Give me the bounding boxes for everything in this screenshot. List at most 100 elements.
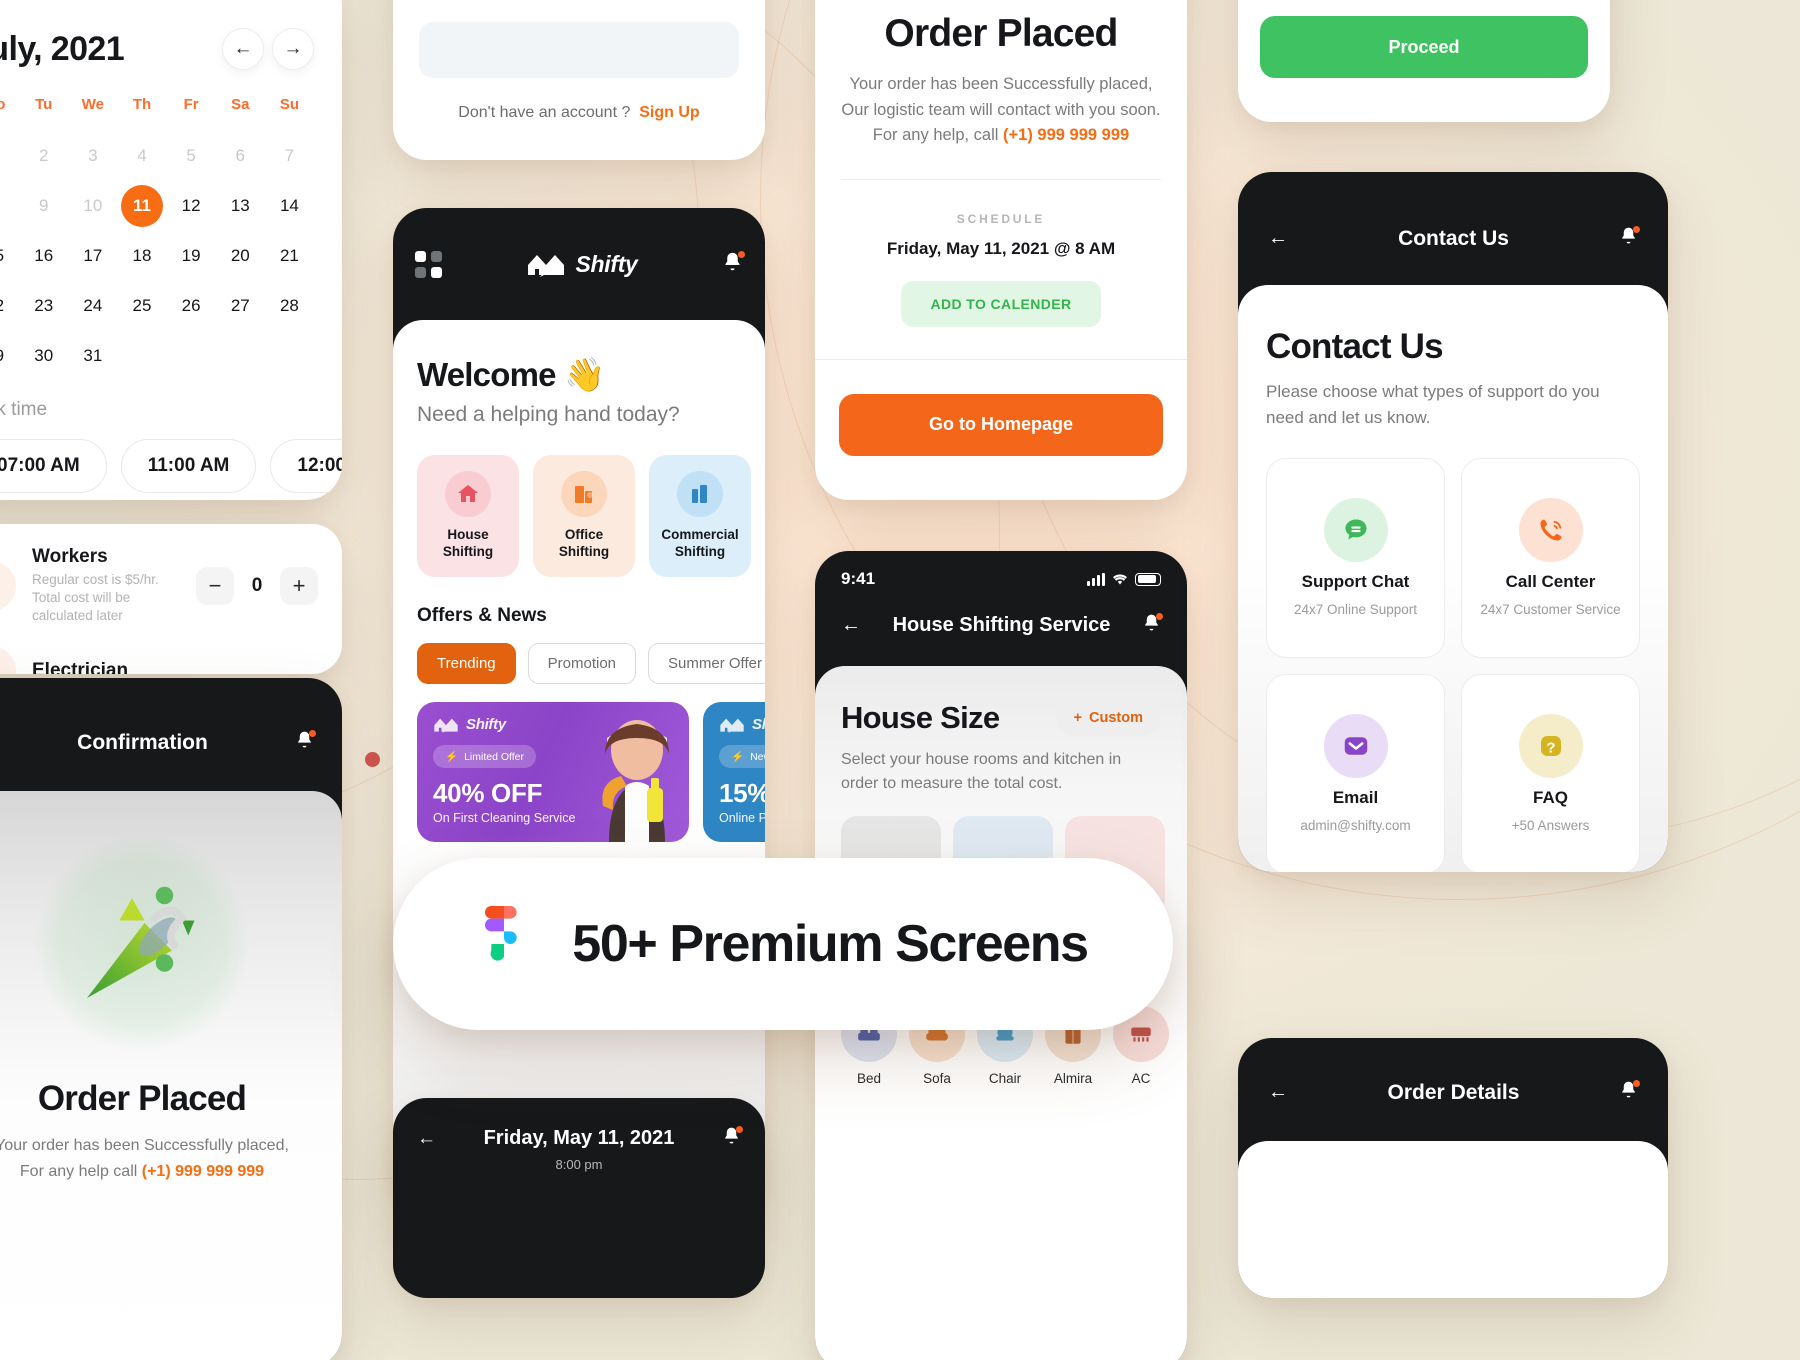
status-time: 9:41 (841, 569, 876, 588)
calendar-nav: ← → (222, 28, 314, 70)
calendar-day[interactable]: 26 (167, 285, 216, 327)
contact-back-icon[interactable]: ← (1268, 227, 1288, 250)
calendar-day[interactable]: 4 (117, 135, 166, 177)
add-to-calendar-button[interactable]: ADD TO CALENDER (901, 280, 1101, 327)
time-slot-chip[interactable]: 11:00 AM (120, 439, 257, 493)
calendar-day[interactable]: 1 (0, 135, 19, 177)
calendar-day[interactable]: 15 (0, 235, 19, 277)
calendar-day[interactable]: 27 (216, 285, 265, 327)
schedule-value: Friday, May 11, 2021 @ 8 AM (886, 238, 1116, 258)
confirmation-phone[interactable]: (+1) 999 999 999 (142, 1163, 264, 1180)
furniture-label: AC (1131, 1071, 1151, 1086)
contact-option-label: Call Center (1505, 572, 1596, 592)
sign-up-link[interactable]: Sign Up (639, 104, 699, 121)
go-to-homepage-button[interactable]: Go to Homepage (839, 393, 1163, 456)
calendar-day[interactable]: 30 (19, 335, 68, 377)
offer-chip[interactable]: Summer Offer (648, 643, 765, 684)
calendar-day[interactable]: 16 (19, 235, 68, 277)
calendar-day[interactable]: 29 (0, 335, 19, 377)
calendar-day[interactable]: 9 (19, 185, 68, 227)
contact-option-card[interactable]: Email admin@shifty.com (1266, 673, 1445, 872)
calendar-day[interactable]: 25 (117, 285, 166, 327)
order-placed-phone[interactable]: (+1) 999 999 999 (1003, 126, 1129, 144)
calendar-day[interactable]: 6 (216, 135, 265, 177)
custom-size-button[interactable]: + Custom (1055, 700, 1161, 736)
workers-stepper[interactable]: − 0 + (196, 566, 318, 605)
calendar-day[interactable]: 3 (68, 135, 117, 177)
signal-icon (1087, 572, 1105, 586)
calendar-day[interactable]: 20 (216, 235, 265, 277)
order-details-back-icon[interactable]: ← (1268, 1081, 1288, 1104)
calendar-day[interactable]: 21 (265, 235, 314, 277)
calendar-day[interactable]: 17 (68, 235, 117, 277)
notification-bell-icon[interactable] (722, 250, 745, 278)
date-sheet-back-icon[interactable]: ← (417, 1128, 436, 1150)
contact-header: ← Contact Us (1238, 172, 1668, 251)
calendar-day[interactable]: 24 (68, 285, 117, 327)
service-card[interactable]: Office Shifting (533, 455, 635, 577)
offer-chip[interactable]: Trending (417, 643, 516, 684)
calendar-day[interactable]: 2 (19, 135, 68, 177)
contact-option-card[interactable]: ? FAQ +50 Answers (1461, 673, 1640, 872)
time-slot-row[interactable]: 07:00 AM11:00 AM12:00 PM (0, 439, 342, 493)
next-month-button[interactable]: → (272, 28, 314, 70)
calendar-day[interactable]: 22 (0, 285, 19, 327)
contact-bell-icon[interactable] (1619, 226, 1640, 251)
prev-month-button[interactable]: ← (222, 28, 264, 70)
contact-option-card[interactable]: Call Center 24x7 Customer Service (1461, 457, 1640, 658)
calendar-day[interactable]: 31 (68, 335, 117, 377)
date-sheet-bell-icon[interactable] (722, 1126, 743, 1151)
house-back-icon[interactable]: ← (841, 614, 861, 637)
date-sheet-title: Friday, May 11, 2021 (483, 1127, 675, 1149)
workers-increment-button[interactable]: + (280, 566, 318, 605)
confirmation-bell-icon[interactable] (295, 730, 316, 755)
service-card-row[interactable]: House Shifting Office Shifting Commercial … (417, 455, 751, 577)
calendar-day[interactable]: 19 (167, 235, 216, 277)
promo-banner-row[interactable]: Shifty ⚡ Limited Offer 40% OFF On First Clea… (417, 702, 765, 842)
calendar-day[interactable]: 18 (117, 235, 166, 277)
promo-banner[interactable]: Shifty ⚡ Limited Offer 40% OFF On First Clea… (417, 702, 689, 842)
promo-headline: 15% (719, 778, 765, 808)
house-bell-icon[interactable] (1142, 613, 1163, 638)
home-content: Welcome 👋 Need a helping hand today? Hou… (393, 320, 765, 1208)
calendar-grid[interactable]: MoTuWeThFrSaSu12345678910111213141516171… (0, 96, 314, 377)
figma-icon (478, 906, 530, 982)
calendar-day[interactable]: 14 (265, 185, 314, 227)
order-details-bell-icon[interactable] (1619, 1080, 1640, 1105)
proceed-button[interactable]: Proceed (1260, 16, 1588, 78)
pick-time-label: Pick time (0, 399, 48, 420)
order-placed-line2: Our logistic team will contact with you … (841, 100, 1161, 119)
time-slot-chip[interactable]: 07:00 AM (0, 439, 107, 493)
calendar-day[interactable]: 7 (265, 135, 314, 177)
offers-section-title: Offers & News (417, 605, 547, 626)
calendar-day[interactable]: 13 (216, 185, 265, 227)
time-slot-chip[interactable]: 12:00 PM (270, 439, 342, 493)
date-sheet-bar: ← Friday, May 11, 2021 (393, 1098, 765, 1151)
furniture-label: Sofa (923, 1071, 951, 1086)
offer-filter-chips[interactable]: TrendingPromotionSummer OfferNew (417, 643, 765, 684)
calendar-day[interactable]: 28 (265, 285, 314, 327)
schedule-label: SCHEDULE (956, 211, 1046, 226)
calendar-day[interactable]: 23 (19, 285, 68, 327)
calendar-dow: Fr (183, 96, 199, 113)
promo-banner[interactable]: Shifty ⚡ New User 15% Online Pa (703, 702, 765, 842)
grid-menu-icon[interactable] (415, 250, 442, 278)
workers-decrement-button[interactable]: − (196, 566, 234, 605)
confirmation-line2: For any help call (19, 1162, 142, 1180)
service-card[interactable]: Commercial Shifting (649, 455, 751, 577)
promo-tag-label: New User (750, 750, 765, 763)
service-card[interactable]: House Shifting (417, 455, 519, 577)
calendar-day[interactable]: 5 (167, 135, 216, 177)
home-screen: Shifty Welcome 👋 Need a helping hand tod… (393, 208, 765, 1208)
calendar-day[interactable]: 10 (68, 185, 117, 227)
house-size-description: Select your house rooms and kitchen in o… (841, 751, 1122, 792)
calendar-day[interactable]: 8 (0, 185, 19, 227)
calendar-day-selected[interactable]: 11 (117, 185, 166, 227)
signin-input-field[interactable] (419, 22, 739, 78)
contact-option-card[interactable]: Support Chat 24x7 Online Support (1266, 457, 1445, 658)
worker-avatar-icon (0, 560, 16, 611)
contact-options-grid[interactable]: Support Chat 24x7 Online Support Call Cent… (1266, 457, 1640, 872)
calendar-day[interactable]: 12 (167, 185, 216, 227)
welcome-subtitle: Need a helping hand today? (417, 403, 680, 426)
offer-chip[interactable]: Promotion (527, 643, 637, 684)
